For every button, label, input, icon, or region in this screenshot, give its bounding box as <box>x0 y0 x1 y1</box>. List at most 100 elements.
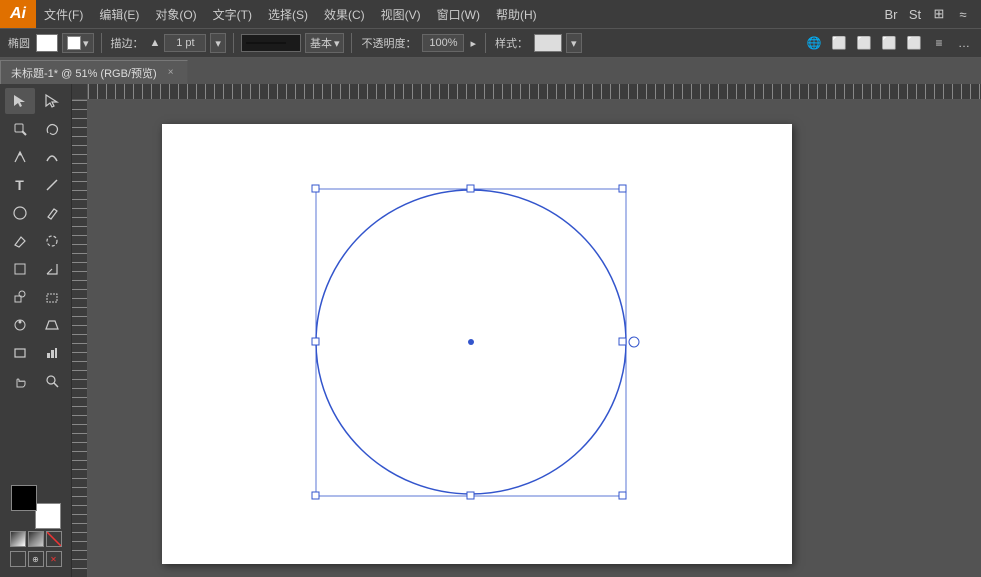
menu-select[interactable]: 选择(S) <box>260 0 316 28</box>
search-icon[interactable]: ≈ <box>953 4 973 24</box>
puppet-warp-tool[interactable] <box>5 312 35 338</box>
menu-help[interactable]: 帮助(H) <box>488 0 545 28</box>
ruler-corner <box>72 84 88 100</box>
handle-top-left[interactable] <box>312 185 319 192</box>
menu-object[interactable]: 对象(O) <box>147 0 204 28</box>
tool-row-5 <box>2 200 69 226</box>
tool-row-2 <box>2 116 69 142</box>
pen-tool[interactable] <box>5 144 35 170</box>
handle-middle-right[interactable] <box>619 338 626 345</box>
ellipse-tool[interactable] <box>5 200 35 226</box>
style-label: 样式： <box>493 35 530 51</box>
menu-effect[interactable]: 效果(C) <box>316 0 373 28</box>
tab-untitled[interactable]: 未标题-1* @ 51% (RGB/预览) × <box>0 60 188 84</box>
eraser-tool[interactable] <box>5 228 35 254</box>
separator-4 <box>485 33 486 53</box>
right-toolbar-icons: 🌐 ⬜ ⬜ ⬜ ⬜ ≡ … <box>803 32 975 54</box>
tool-row-6 <box>2 228 69 254</box>
stroke-type-arrow: ▾ <box>334 37 340 50</box>
tab-title: 未标题-1* @ 51% (RGB/预览) <box>11 65 157 81</box>
distribute-v-icon[interactable]: ≡ <box>928 32 950 54</box>
handle-middle-left[interactable] <box>312 338 319 345</box>
direct-selection-tool[interactable] <box>37 88 67 114</box>
background-color-swatch[interactable] <box>35 503 61 529</box>
hand-tool[interactable] <box>5 368 35 394</box>
line-tool[interactable] <box>37 172 67 198</box>
menu-view[interactable]: 视图(V) <box>373 0 429 28</box>
shape-label: 椭圆 <box>6 35 32 51</box>
opacity-arrow[interactable]: ▸ <box>468 37 478 50</box>
scale-tool[interactable] <box>37 256 67 282</box>
zoom-tool[interactable] <box>37 368 67 394</box>
color-mode-icons <box>6 529 65 549</box>
none-fill-icon[interactable] <box>46 531 62 547</box>
align-bottom-icon[interactable]: ⬜ <box>878 32 900 54</box>
center-dot <box>468 339 474 345</box>
stroke-width-up[interactable]: ▲ <box>150 37 161 49</box>
foreground-color-swatch[interactable] <box>11 485 37 511</box>
color-swatches <box>11 485 61 529</box>
workspace-icon[interactable]: ⊞ <box>929 4 949 24</box>
curvature-tool[interactable] <box>37 144 67 170</box>
handle-direction-right[interactable] <box>629 337 639 347</box>
tool-row-10 <box>2 340 69 366</box>
normal-draw-icon[interactable] <box>10 551 26 567</box>
tool-row-7 <box>2 256 69 282</box>
style-swatch[interactable] <box>534 34 562 52</box>
tab-bar: 未标题-1* @ 51% (RGB/预览) × <box>0 58 981 84</box>
toolbox: T <box>0 84 72 577</box>
color-mode-icon[interactable] <box>10 531 26 547</box>
app-logo: Ai <box>0 0 36 28</box>
reflect-tool[interactable] <box>5 256 35 282</box>
stroke-width-dropdown[interactable]: ▾ <box>210 33 226 53</box>
graph-tool[interactable] <box>37 340 67 366</box>
align-top-icon[interactable]: ⬜ <box>853 32 875 54</box>
stroke-width-input[interactable] <box>164 34 206 52</box>
handle-bottom-left[interactable] <box>312 492 319 499</box>
rotate-tool[interactable] <box>37 228 67 254</box>
menu-type[interactable]: 文字(T) <box>205 0 260 28</box>
tool-row-11 <box>2 368 69 394</box>
paintbrush-tool[interactable] <box>37 200 67 226</box>
opacity-input[interactable] <box>422 34 464 52</box>
menu-file[interactable]: 文件(F) <box>36 0 91 28</box>
more-icon[interactable]: … <box>953 32 975 54</box>
shape-builder-tool[interactable] <box>5 284 35 310</box>
align-left-icon[interactable]: 🌐 <box>803 32 825 54</box>
bridge-icon[interactable]: Br <box>881 4 901 24</box>
handle-bottom-right[interactable] <box>619 492 626 499</box>
free-transform-tool[interactable] <box>37 284 67 310</box>
opacity-label: 不透明度： <box>359 35 418 51</box>
draw-mode-icons: ⊕ ✕ <box>6 549 65 569</box>
stroke-type-dropdown[interactable]: 基本 ▾ <box>305 33 345 53</box>
stroke-type-label: 基本 <box>310 35 332 51</box>
selection-tool[interactable] <box>5 88 35 114</box>
align-right-icon[interactable]: ⬜ <box>828 32 850 54</box>
distribute-h-icon[interactable]: ⬜ <box>903 32 925 54</box>
style-dropdown[interactable]: ▾ <box>566 33 582 53</box>
magic-wand-tool[interactable] <box>5 116 35 142</box>
stroke-style-dropdown[interactable]: ▾ <box>62 33 94 53</box>
tab-close-button[interactable]: × <box>165 67 177 79</box>
rectangle-tool[interactable] <box>5 340 35 366</box>
handle-top-right[interactable] <box>619 185 626 192</box>
fill-swatch[interactable] <box>36 34 58 52</box>
handle-bottom-center[interactable] <box>467 492 474 499</box>
menu-items: 文件(F) 编辑(E) 对象(O) 文字(T) 选择(S) 效果(C) 视图(V… <box>36 0 881 28</box>
back-draw-icon[interactable]: ⊕ <box>28 551 44 567</box>
menu-window[interactable]: 窗口(W) <box>429 0 488 28</box>
perspective-tool[interactable] <box>37 312 67 338</box>
stroke-box-icon <box>67 36 81 50</box>
menu-right-area: Br St ⊞ ≈ <box>881 4 981 24</box>
type-tool[interactable]: T <box>5 172 35 198</box>
gradient-mode-icon[interactable] <box>28 531 44 547</box>
stroke-preview[interactable] <box>241 34 301 52</box>
tool-row-3 <box>2 144 69 170</box>
tool-row-9 <box>2 312 69 338</box>
menu-edit[interactable]: 编辑(E) <box>91 0 147 28</box>
lasso-tool[interactable] <box>37 116 67 142</box>
handle-top-center[interactable] <box>467 185 474 192</box>
ruler-v-ticks <box>72 100 87 577</box>
inside-draw-icon[interactable]: ✕ <box>46 551 62 567</box>
stock-icon[interactable]: St <box>905 4 925 24</box>
